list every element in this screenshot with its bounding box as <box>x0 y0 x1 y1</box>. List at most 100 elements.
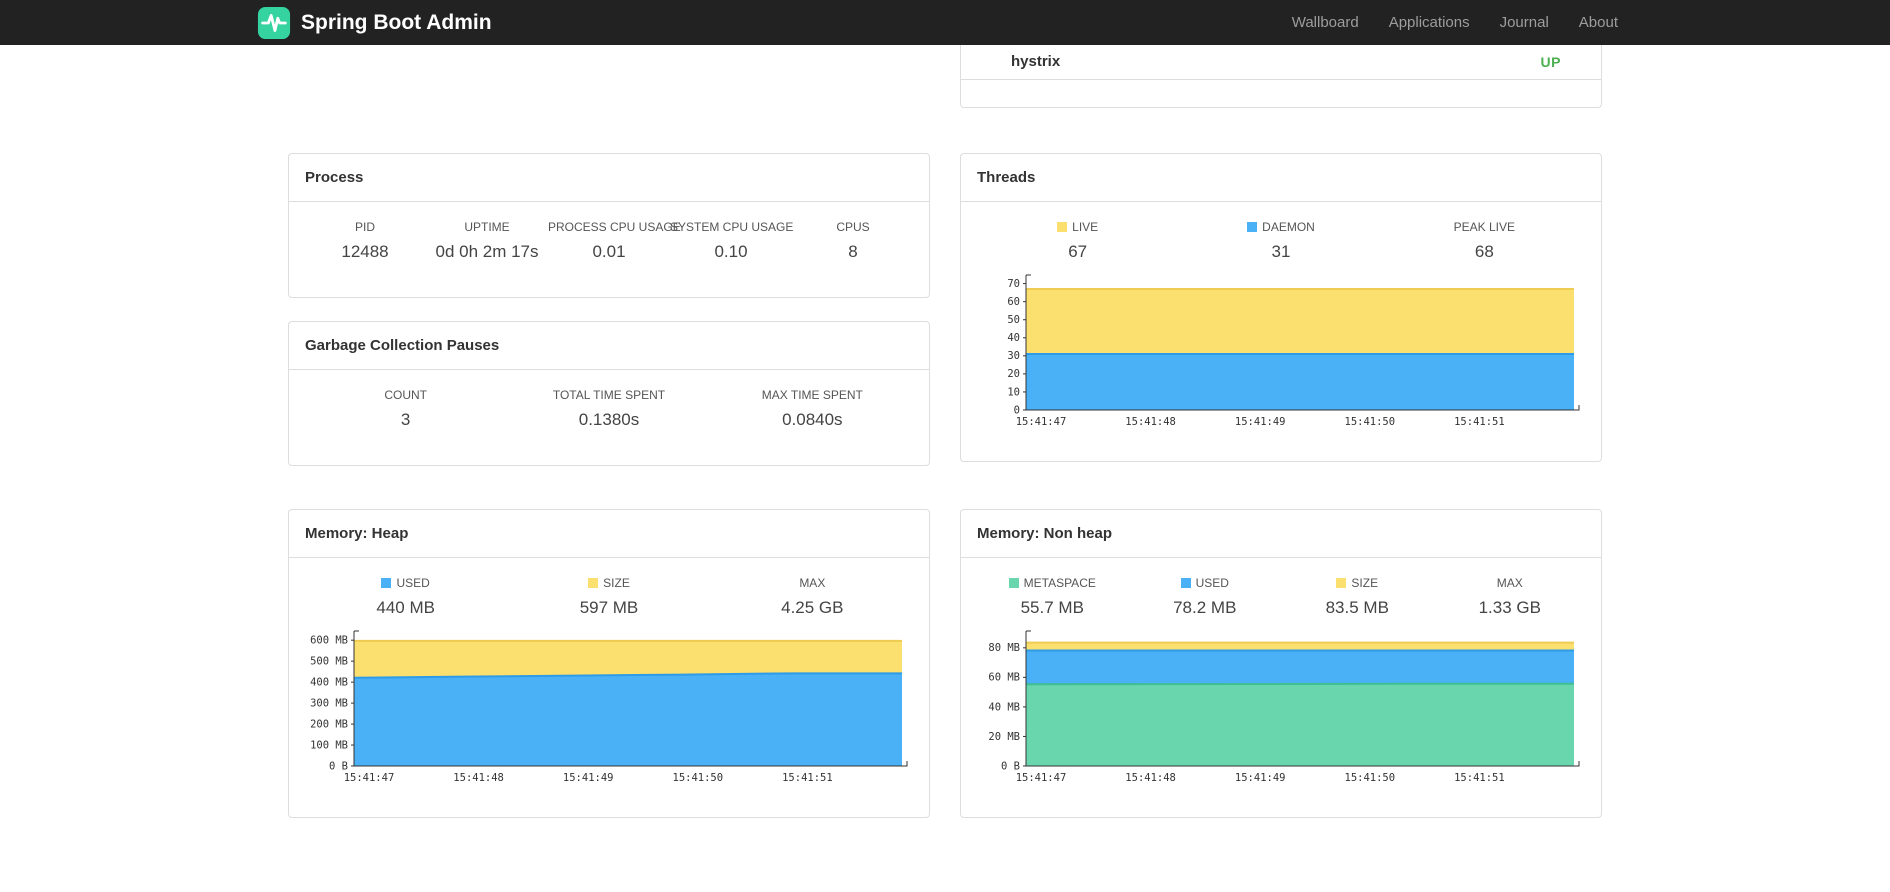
legend-item: SIZE 83.5 MB <box>1281 576 1434 618</box>
chart-series <box>1026 288 1574 410</box>
process-panel-title: Process <box>289 154 929 202</box>
gc-metrics: COUNT 3 TOTAL TIME SPENT 0.1380s MAX TIME SP… <box>289 370 929 430</box>
legend-label: PEAK LIVE <box>1453 220 1515 234</box>
metric-label: SYSTEM CPU USAGE <box>670 220 794 234</box>
gc-panel-title: Garbage Collection Pauses <box>289 322 929 370</box>
memory-heap-panel: Memory: Heap USED 440 MB SIZE 597 MB MAX 4.25… <box>288 509 930 818</box>
y-tick-label: 20 <box>1007 368 1020 380</box>
y-tick-label: 400 MB <box>310 676 348 688</box>
main-content: Process PID 12488 UPTIME 0d 0h 2m 17s PROCES… <box>273 45 1617 818</box>
legend-label: MAX <box>1496 576 1523 590</box>
threads-panel: Threads LIVE 67 DAEMON 31 PEAK LIVE 68 0 10 20 3… <box>960 153 1602 462</box>
y-tick-label: 60 MB <box>988 672 1020 684</box>
application-row[interactable]: hystrix UP <box>961 45 1601 80</box>
x-tick-label: 15:41:51 <box>1454 772 1505 784</box>
x-tick-label: 15:41:50 <box>1345 772 1396 784</box>
y-tick-label: 30 <box>1007 350 1020 362</box>
metric: UPTIME 0d 0h 2m 17s <box>426 220 548 262</box>
x-tick-label: 15:41:50 <box>673 772 724 784</box>
metric-value: 0.1380s <box>578 410 640 429</box>
nav-link-about[interactable]: About <box>1564 14 1633 31</box>
legend-item: USED 440 MB <box>304 576 507 618</box>
metric-label: MAX TIME SPENT <box>761 388 863 402</box>
nav-link-journal[interactable]: Journal <box>1485 14 1564 31</box>
y-tick-label: 60 <box>1007 296 1020 308</box>
nonheap-legend: METASPACE 55.7 MB USED 78.2 MB SIZE 83.5 MB MA… <box>976 576 1586 618</box>
x-tick-label: 15:41:49 <box>1235 416 1286 428</box>
metric-label: PROCESS CPU USAGE <box>548 220 681 234</box>
metric-value: 12488 <box>341 242 389 261</box>
metric-label: UPTIME <box>464 220 510 234</box>
status-badge: UP <box>1540 53 1561 70</box>
metric: SYSTEM CPU USAGE 0.10 <box>670 220 794 262</box>
legend-item: MAX 4.25 GB <box>711 576 914 618</box>
metric-value: 8 <box>848 242 858 261</box>
metric-value: 3 <box>400 410 411 429</box>
legend-value: 68 <box>1474 242 1494 261</box>
y-tick-label: 0 <box>1014 404 1020 416</box>
y-tick-label: 0 B <box>329 760 348 772</box>
chart-series <box>1025 641 1574 766</box>
y-tick-label: 100 MB <box>310 739 348 751</box>
metric: PROCESS CPU USAGE 0.01 <box>548 220 681 262</box>
applications-status-panel: hystrix UP <box>960 45 1602 108</box>
metric: CPUS 8 <box>792 220 914 262</box>
legend-swatch-icon <box>1180 578 1191 588</box>
nonheap-chart-container: 0 B 20 MB 40 MB 60 MB 80 MB 15:41:47 15:41:48 1… <box>976 630 1586 788</box>
metric-value: 0d 0h 2m 17s <box>435 242 539 261</box>
spring-boot-admin-logo-icon <box>257 6 291 40</box>
legend-item: USED 78.2 MB <box>1129 576 1282 618</box>
navbar: Spring Boot Admin Wallboard Applications J… <box>0 0 1890 45</box>
metric-value: 0.0840s <box>782 410 843 429</box>
legend-item: SIZE 597 MB <box>507 576 710 618</box>
nav-link-applications[interactable]: Applications <box>1374 14 1485 31</box>
navbar-links: Wallboard Applications Journal About <box>1277 14 1633 32</box>
legend-label: USED <box>1129 576 1282 590</box>
memory-heap-body: USED 440 MB SIZE 597 MB MAX 4.25 GB 0 B 100 MB… <box>289 558 929 788</box>
nav-link-wallboard[interactable]: Wallboard <box>1277 14 1374 31</box>
x-tick-label: 15:41:49 <box>1235 772 1286 784</box>
x-tick-label: 15:41:47 <box>344 772 395 784</box>
process-metrics: PID 12488 UPTIME 0d 0h 2m 17s PROCESS CPU US… <box>289 202 929 262</box>
legend-value: 83.5 MB <box>1325 598 1389 617</box>
metric-label: COUNT <box>384 388 427 402</box>
y-tick-label: 200 MB <box>310 718 348 730</box>
legend-value: 1.33 GB <box>1478 598 1541 617</box>
legend-value: 4.25 GB <box>781 598 844 617</box>
memory-heap-panel-title: Memory: Heap <box>289 510 929 558</box>
x-tick-label: 15:41:50 <box>1345 416 1396 428</box>
legend-value: 597 MB <box>579 598 639 617</box>
area-metaspace <box>1026 683 1574 766</box>
heap-chart: 0 B 100 MB 200 MB 300 MB 400 MB 500 MB 600 MB 1… <box>310 630 908 784</box>
legend-label: USED <box>304 576 507 590</box>
y-tick-label: 40 <box>1007 332 1020 344</box>
nav-item: Applications <box>1374 14 1485 32</box>
y-tick-label: 10 <box>1007 386 1020 398</box>
legend-swatch-icon <box>1008 578 1019 588</box>
legend-value: 67 <box>1068 242 1088 261</box>
legend-swatch-icon <box>381 578 392 588</box>
right-column: hystrix UP Threads LIVE 67 DAEMON 31 PEAK LI… <box>945 45 1617 818</box>
legend-swatch-icon <box>1057 222 1068 232</box>
heap-chart-container: 0 B 100 MB 200 MB 300 MB 400 MB 500 MB 600 MB 1… <box>304 630 914 788</box>
legend-label: MAX <box>799 576 826 590</box>
metric-label: PID <box>354 220 375 234</box>
y-tick-label: 40 MB <box>988 701 1020 713</box>
application-name[interactable]: hystrix <box>1011 53 1060 70</box>
metric-label: CPUS <box>836 220 870 234</box>
threads-chart: 0 10 20 30 40 50 60 70 15:41:47 15:41:48 15:41:49 1… <box>1007 274 1580 428</box>
x-tick-label: 15:41:47 <box>1016 416 1067 428</box>
x-tick-label: 15:41:51 <box>1454 416 1505 428</box>
legend-value: 31 <box>1271 242 1291 261</box>
y-tick-label: 300 MB <box>310 697 348 709</box>
line-metaspace <box>1025 682 1574 686</box>
memory-nonheap-panel-title: Memory: Non heap <box>961 510 1601 558</box>
legend-label: SIZE <box>1281 576 1434 590</box>
legend-item: DAEMON 31 <box>1179 220 1382 262</box>
legend-item: MAX 1.33 GB <box>1434 576 1587 618</box>
brand-link[interactable]: Spring Boot Admin <box>257 6 492 40</box>
area-daemon <box>1026 354 1574 410</box>
metric: COUNT 3 <box>304 388 507 430</box>
metric-label: TOTAL TIME SPENT <box>552 388 666 402</box>
left-column: Process PID 12488 UPTIME 0d 0h 2m 17s PROCES… <box>273 45 945 818</box>
